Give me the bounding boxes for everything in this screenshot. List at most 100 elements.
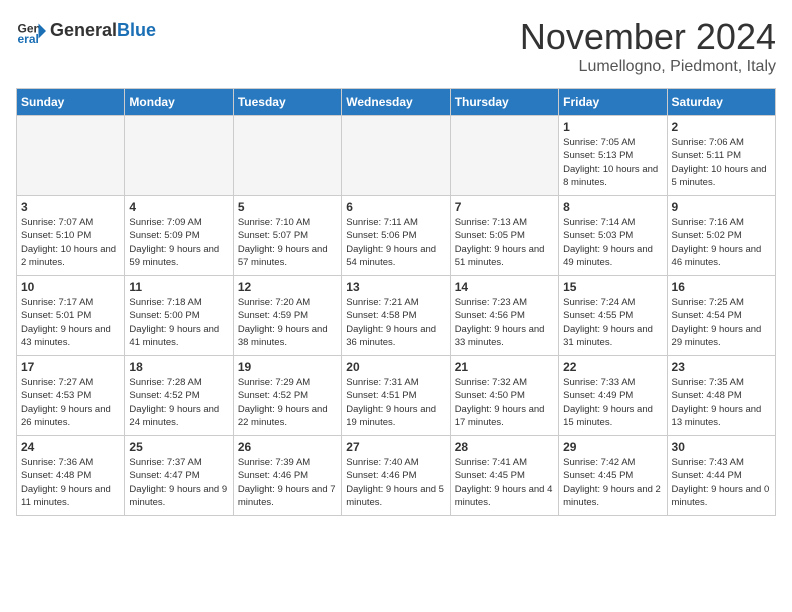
calendar-cell: 26 Sunrise: 7:39 AM Sunset: 4:46 PM Dayli… — [233, 436, 341, 516]
day-number: 11 — [129, 280, 228, 294]
day-number: 4 — [129, 200, 228, 214]
calendar-cell: 6 Sunrise: 7:11 AM Sunset: 5:06 PM Daylig… — [342, 196, 450, 276]
day-info: Sunrise: 7:24 AM Sunset: 4:55 PM Dayligh… — [563, 296, 662, 349]
day-info: Sunrise: 7:28 AM Sunset: 4:52 PM Dayligh… — [129, 376, 228, 429]
day-number: 27 — [346, 440, 445, 454]
svg-text:eral: eral — [18, 32, 39, 46]
day-info: Sunrise: 7:27 AM Sunset: 4:53 PM Dayligh… — [21, 376, 120, 429]
day-number: 6 — [346, 200, 445, 214]
calendar-cell: 28 Sunrise: 7:41 AM Sunset: 4:45 PM Dayli… — [450, 436, 558, 516]
day-number: 12 — [238, 280, 337, 294]
day-info: Sunrise: 7:06 AM Sunset: 5:11 PM Dayligh… — [672, 136, 771, 189]
day-number: 5 — [238, 200, 337, 214]
week-row-4: 17 Sunrise: 7:27 AM Sunset: 4:53 PM Dayli… — [17, 356, 776, 436]
title-block: November 2024 Lumellogno, Piedmont, Ital… — [520, 16, 776, 76]
day-info: Sunrise: 7:18 AM Sunset: 5:00 PM Dayligh… — [129, 296, 228, 349]
day-info: Sunrise: 7:37 AM Sunset: 4:47 PM Dayligh… — [129, 456, 228, 509]
day-number: 8 — [563, 200, 662, 214]
calendar-cell: 9 Sunrise: 7:16 AM Sunset: 5:02 PM Daylig… — [667, 196, 775, 276]
day-info: Sunrise: 7:11 AM Sunset: 5:06 PM Dayligh… — [346, 216, 445, 269]
logo-text: GeneralBlue — [50, 21, 156, 41]
day-info: Sunrise: 7:31 AM Sunset: 4:51 PM Dayligh… — [346, 376, 445, 429]
day-number: 28 — [455, 440, 554, 454]
calendar-cell: 8 Sunrise: 7:14 AM Sunset: 5:03 PM Daylig… — [559, 196, 667, 276]
calendar-cell: 29 Sunrise: 7:42 AM Sunset: 4:45 PM Dayli… — [559, 436, 667, 516]
day-number: 3 — [21, 200, 120, 214]
calendar-cell: 7 Sunrise: 7:13 AM Sunset: 5:05 PM Daylig… — [450, 196, 558, 276]
day-header-friday: Friday — [559, 89, 667, 116]
day-info: Sunrise: 7:14 AM Sunset: 5:03 PM Dayligh… — [563, 216, 662, 269]
day-number: 10 — [21, 280, 120, 294]
day-info: Sunrise: 7:35 AM Sunset: 4:48 PM Dayligh… — [672, 376, 771, 429]
day-number: 18 — [129, 360, 228, 374]
day-info: Sunrise: 7:39 AM Sunset: 4:46 PM Dayligh… — [238, 456, 337, 509]
day-header-saturday: Saturday — [667, 89, 775, 116]
day-info: Sunrise: 7:13 AM Sunset: 5:05 PM Dayligh… — [455, 216, 554, 269]
day-number: 13 — [346, 280, 445, 294]
day-info: Sunrise: 7:25 AM Sunset: 4:54 PM Dayligh… — [672, 296, 771, 349]
day-number: 29 — [563, 440, 662, 454]
calendar-cell: 3 Sunrise: 7:07 AM Sunset: 5:10 PM Daylig… — [17, 196, 125, 276]
day-info: Sunrise: 7:05 AM Sunset: 5:13 PM Dayligh… — [563, 136, 662, 189]
day-info: Sunrise: 7:42 AM Sunset: 4:45 PM Dayligh… — [563, 456, 662, 509]
week-row-2: 3 Sunrise: 7:07 AM Sunset: 5:10 PM Daylig… — [17, 196, 776, 276]
day-number: 2 — [672, 120, 771, 134]
day-number: 17 — [21, 360, 120, 374]
day-info: Sunrise: 7:23 AM Sunset: 4:56 PM Dayligh… — [455, 296, 554, 349]
day-info: Sunrise: 7:20 AM Sunset: 4:59 PM Dayligh… — [238, 296, 337, 349]
day-info: Sunrise: 7:09 AM Sunset: 5:09 PM Dayligh… — [129, 216, 228, 269]
day-info: Sunrise: 7:41 AM Sunset: 4:45 PM Dayligh… — [455, 456, 554, 509]
day-number: 26 — [238, 440, 337, 454]
logo: Gen eral GeneralBlue — [16, 16, 156, 46]
calendar-cell: 25Sunrise: 7:37 AM Sunset: 4:47 PM Dayli… — [125, 436, 233, 516]
day-info: Sunrise: 7:07 AM Sunset: 5:10 PM Dayligh… — [21, 216, 120, 269]
day-number: 19 — [238, 360, 337, 374]
day-number: 9 — [672, 200, 771, 214]
calendar-cell: 5Sunrise: 7:10 AM Sunset: 5:07 PM Daylig… — [233, 196, 341, 276]
day-info: Sunrise: 7:40 AM Sunset: 4:46 PM Dayligh… — [346, 456, 445, 509]
calendar-cell: 19 Sunrise: 7:29 AM Sunset: 4:52 PM Dayli… — [233, 356, 341, 436]
calendar-cell — [17, 116, 125, 196]
calendar-cell: 30 Sunrise: 7:43 AM Sunset: 4:44 PM Dayli… — [667, 436, 775, 516]
day-number: 1 — [563, 120, 662, 134]
page-header: Gen eral GeneralBlue November 2024 Lumel… — [16, 16, 776, 76]
day-number: 21 — [455, 360, 554, 374]
week-row-3: 10Sunrise: 7:17 AM Sunset: 5:01 PM Dayli… — [17, 276, 776, 356]
calendar-cell: 20Sunrise: 7:31 AM Sunset: 4:51 PM Dayli… — [342, 356, 450, 436]
calendar-cell: 24Sunrise: 7:36 AM Sunset: 4:48 PM Dayli… — [17, 436, 125, 516]
day-info: Sunrise: 7:36 AM Sunset: 4:48 PM Dayligh… — [21, 456, 120, 509]
day-header-thursday: Thursday — [450, 89, 558, 116]
calendar-cell: 1 Sunrise: 7:05 AM Sunset: 5:13 PM Daylig… — [559, 116, 667, 196]
calendar-cell — [125, 116, 233, 196]
month-title: November 2024 — [520, 16, 776, 58]
calendar-cell: 2 Sunrise: 7:06 AM Sunset: 5:11 PM Daylig… — [667, 116, 775, 196]
calendar-cell — [233, 116, 341, 196]
calendar-cell: 17 Sunrise: 7:27 AM Sunset: 4:53 PM Dayli… — [17, 356, 125, 436]
calendar-cell: 16 Sunrise: 7:25 AM Sunset: 4:54 PM Dayli… — [667, 276, 775, 356]
day-info: Sunrise: 7:29 AM Sunset: 4:52 PM Dayligh… — [238, 376, 337, 429]
calendar-cell: 18 Sunrise: 7:28 AM Sunset: 4:52 PM Dayli… — [125, 356, 233, 436]
day-number: 14 — [455, 280, 554, 294]
day-number: 7 — [455, 200, 554, 214]
calendar-cell: 12 Sunrise: 7:20 AM Sunset: 4:59 PM Dayli… — [233, 276, 341, 356]
day-number: 23 — [672, 360, 771, 374]
header-row: SundayMondayTuesdayWednesdayThursdayFrid… — [17, 89, 776, 116]
calendar-cell: 14 Sunrise: 7:23 AM Sunset: 4:56 PM Dayli… — [450, 276, 558, 356]
calendar-cell: 11 Sunrise: 7:18 AM Sunset: 5:00 PM Dayli… — [125, 276, 233, 356]
calendar-cell — [450, 116, 558, 196]
day-header-sunday: Sunday — [17, 89, 125, 116]
week-row-5: 24Sunrise: 7:36 AM Sunset: 4:48 PM Dayli… — [17, 436, 776, 516]
calendar-cell: 15Sunrise: 7:24 AM Sunset: 4:55 PM Dayli… — [559, 276, 667, 356]
day-info: Sunrise: 7:43 AM Sunset: 4:44 PM Dayligh… — [672, 456, 771, 509]
calendar-cell: 21Sunrise: 7:32 AM Sunset: 4:50 PM Dayli… — [450, 356, 558, 436]
day-number: 16 — [672, 280, 771, 294]
calendar-cell: 23 Sunrise: 7:35 AM Sunset: 4:48 PM Dayli… — [667, 356, 775, 436]
calendar-cell: 10Sunrise: 7:17 AM Sunset: 5:01 PM Dayli… — [17, 276, 125, 356]
day-info: Sunrise: 7:21 AM Sunset: 4:58 PM Dayligh… — [346, 296, 445, 349]
day-number: 30 — [672, 440, 771, 454]
day-info: Sunrise: 7:16 AM Sunset: 5:02 PM Dayligh… — [672, 216, 771, 269]
day-number: 22 — [563, 360, 662, 374]
day-header-monday: Monday — [125, 89, 233, 116]
calendar-cell: 13 Sunrise: 7:21 AM Sunset: 4:58 PM Dayli… — [342, 276, 450, 356]
calendar-cell — [342, 116, 450, 196]
